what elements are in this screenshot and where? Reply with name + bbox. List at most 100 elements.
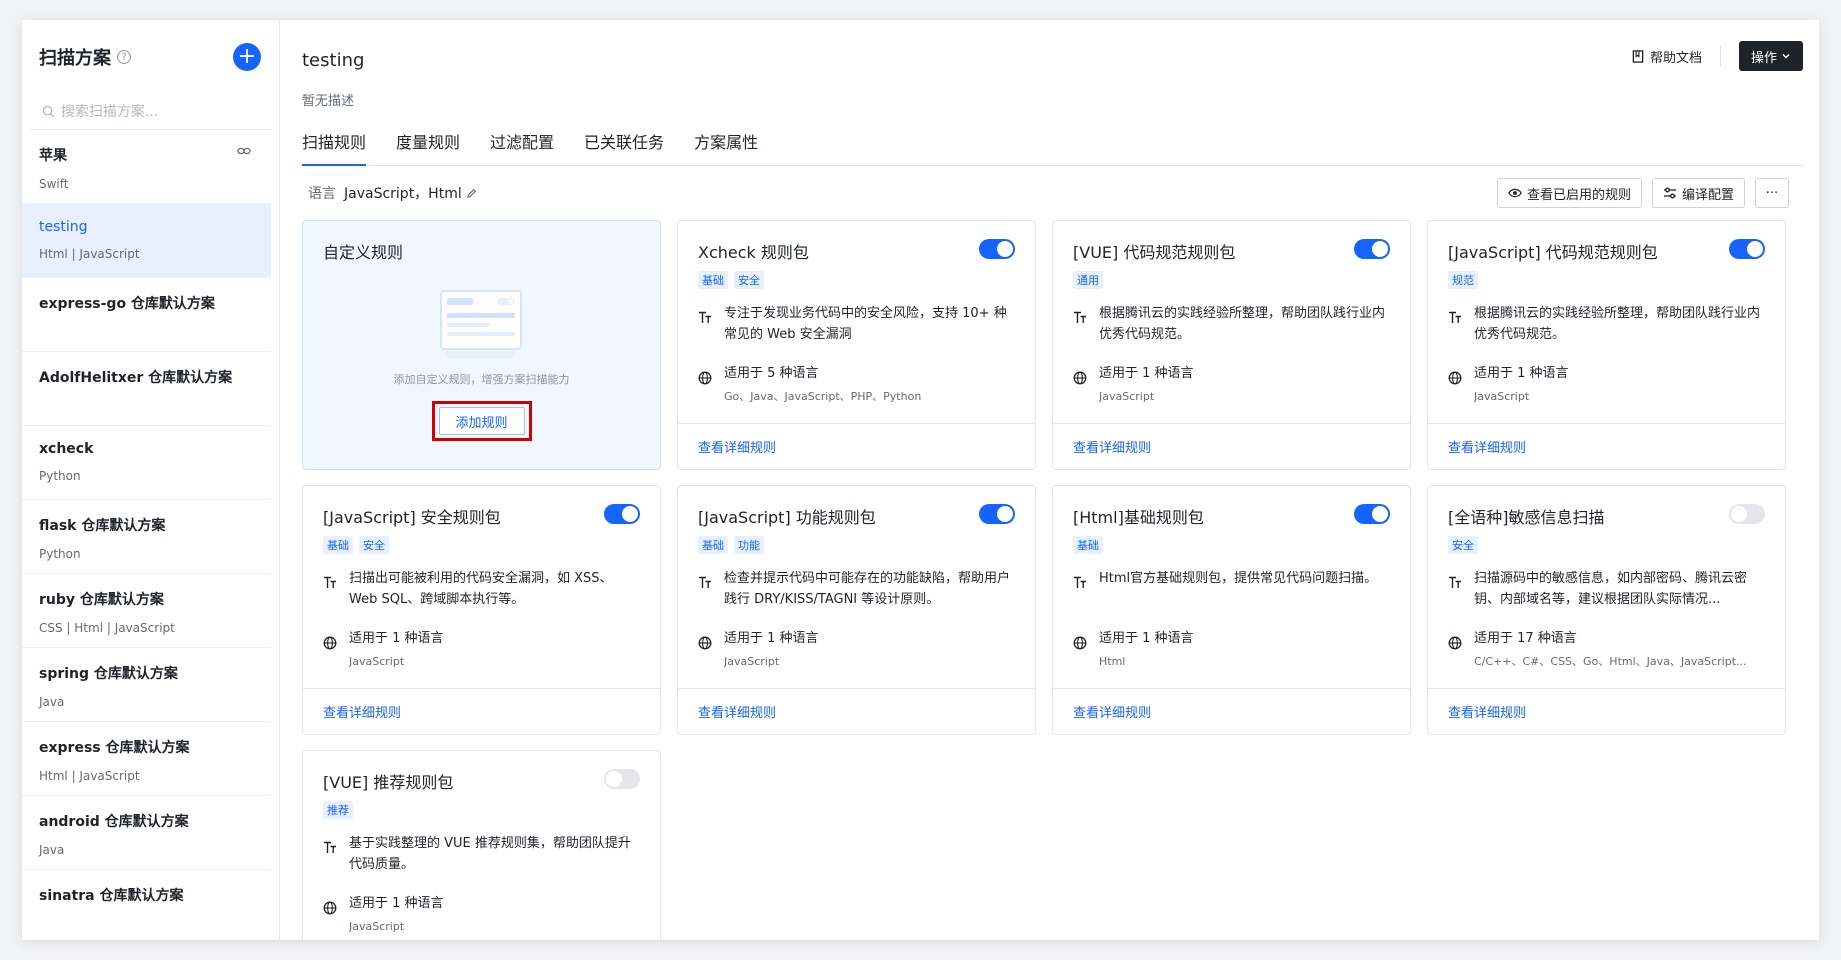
text-icon-wrap xyxy=(1073,311,1089,349)
globe-icon-wrap xyxy=(698,636,714,672)
card-header: [JavaScript] 功能规则包 基础 功能 xyxy=(678,486,1035,554)
card-title: [VUE] 推荐规则包 xyxy=(323,773,454,792)
tag: 推荐 xyxy=(323,801,353,819)
languages-text: 适用于 1 种语言 JavaScript xyxy=(724,628,819,672)
plan-list-item[interactable]: testing Html | JavaScript xyxy=(22,204,271,278)
language-list: JavaScript xyxy=(1474,390,1530,403)
text-icon-wrap xyxy=(1448,576,1464,614)
view-details-link[interactable]: 查看详细规则 xyxy=(323,702,401,721)
card-title: 自定义规则 xyxy=(323,243,404,262)
help-doc-button[interactable]: 帮助文档 xyxy=(1632,47,1702,66)
text-icon-wrap xyxy=(323,576,339,614)
tab-2[interactable]: 过滤配置 xyxy=(490,129,554,165)
enable-toggle[interactable] xyxy=(1354,239,1390,259)
plan-list-item[interactable]: express-go 仓库默认方案 xyxy=(22,278,271,352)
description-text: 检查并提示代码中可能存在的功能缺陷，帮助用户践行 DRY/KISS/TAGNI … xyxy=(724,571,1011,607)
view-enabled-rules-button[interactable]: 查看已启用的规则 xyxy=(1496,178,1642,208)
add-rule-button[interactable]: 添加规则 xyxy=(438,407,525,435)
enable-toggle[interactable] xyxy=(604,504,640,524)
package-languages: 适用于 5 种语言 Go、Java、JavaScript、PHP、Python xyxy=(678,363,1035,407)
enable-toggle[interactable] xyxy=(1729,239,1765,259)
eye-icon xyxy=(1508,188,1522,198)
plan-name: express-go 仓库默认方案 xyxy=(39,296,215,312)
card-title: [全语种]敏感信息扫描 xyxy=(1448,508,1605,527)
text-icon xyxy=(1449,311,1461,323)
tag: 安全 xyxy=(734,271,764,289)
tab-0[interactable]: 扫描规则 xyxy=(302,129,367,166)
package-languages: 适用于 1 种语言 JavaScript xyxy=(1428,363,1785,407)
tab-4[interactable]: 方案属性 xyxy=(694,129,758,165)
card-footer: 查看详细规则 xyxy=(1428,423,1785,469)
plan-list-item[interactable]: flask 仓库默认方案 Python xyxy=(22,500,271,574)
view-details-link[interactable]: 查看详细规则 xyxy=(698,702,776,721)
plan-name: AdolfHelitxer 仓库默认方案 xyxy=(39,370,233,386)
plan-list-item[interactable]: 苹果 Swift xyxy=(22,130,271,204)
language-list: JavaScript xyxy=(349,655,405,668)
language-list: JavaScript xyxy=(724,655,780,668)
languages-text: 适用于 1 种语言 JavaScript xyxy=(349,628,444,672)
tag-list: 通用 xyxy=(1073,271,1390,289)
enable-toggle[interactable] xyxy=(1729,504,1765,524)
tab-1[interactable]: 度量规则 xyxy=(396,129,460,165)
plan-list-item[interactable]: spring 仓库默认方案 Java xyxy=(22,648,271,722)
description-text: Html官方基础规则包，提供常见代码问题扫描。 xyxy=(1099,571,1378,586)
page-header: testing 帮助文档 操作 xyxy=(302,20,1819,75)
page-description: 暂无描述 xyxy=(302,94,355,109)
card-footer: 查看详细规则 xyxy=(1053,688,1410,734)
languages-text: 适用于 17 种语言 C/C++、C#、CSS、Go、Html、Java、Jav… xyxy=(1474,628,1747,672)
globe-icon-wrap xyxy=(323,901,339,937)
plan-list-item[interactable]: sinatra 仓库默认方案 xyxy=(22,870,271,940)
link-icon[interactable] xyxy=(237,146,251,156)
globe-icon-wrap xyxy=(1073,636,1089,672)
languages-text: 适用于 1 种语言 JavaScript xyxy=(1099,363,1194,407)
globe-icon xyxy=(698,371,712,385)
plan-list-item[interactable]: xcheck Python xyxy=(22,426,271,500)
edit-icon[interactable] xyxy=(466,188,477,199)
operate-button[interactable]: 操作 xyxy=(1738,41,1803,71)
enable-toggle[interactable] xyxy=(604,769,640,789)
plan-list-item[interactable]: android 仓库默认方案 Java xyxy=(22,796,271,870)
plan-list-item[interactable]: ruby 仓库默认方案 CSS | Html | JavaScript xyxy=(22,574,271,648)
view-details-link[interactable]: 查看详细规则 xyxy=(698,437,776,456)
package-languages: 适用于 1 种语言 JavaScript xyxy=(303,893,660,937)
plan-languages: Java xyxy=(39,843,65,857)
tag: 基础 xyxy=(323,536,353,554)
enable-toggle[interactable] xyxy=(979,504,1015,524)
card-header: [全语种]敏感信息扫描 安全 xyxy=(1428,486,1785,554)
plan-name: spring 仓库默认方案 xyxy=(39,666,178,682)
view-details-link[interactable]: 查看详细规则 xyxy=(1073,437,1151,456)
help-icon[interactable]: ? xyxy=(117,50,131,64)
globe-icon xyxy=(1448,636,1462,650)
languages-text: 适用于 1 种语言 Html xyxy=(1099,628,1194,672)
sidebar: 扫描方案 ? + 苹果 Swift testing Html | JavaScript… xyxy=(22,20,280,940)
view-details-link[interactable]: 查看详细规则 xyxy=(1073,702,1151,721)
card-header: [Html]基础规则包 基础 xyxy=(1053,486,1410,554)
compile-config-button[interactable]: 编译配置 xyxy=(1651,178,1745,208)
plan-languages: Swift xyxy=(39,177,69,191)
plan-name: express 仓库默认方案 xyxy=(39,740,190,756)
add-plan-button[interactable]: + xyxy=(233,43,261,71)
language-count: 适用于 1 种语言 xyxy=(349,896,444,911)
tag-list: 基础 功能 xyxy=(698,536,1015,554)
globe-icon-wrap xyxy=(323,636,339,672)
more-button[interactable]: ··· xyxy=(1755,178,1789,208)
tag: 安全 xyxy=(1448,536,1478,554)
text-icon xyxy=(1449,576,1461,588)
card-header: [VUE] 代码规范规则包 通用 xyxy=(1053,221,1410,289)
card-title: [JavaScript] 安全规则包 xyxy=(323,508,501,527)
enable-toggle[interactable] xyxy=(979,239,1015,259)
plan-list-item[interactable]: AdolfHelitxer 仓库默认方案 xyxy=(22,352,271,426)
tab-3[interactable]: 已关联任务 xyxy=(584,129,664,165)
tag: 基础 xyxy=(698,536,728,554)
view-details-link[interactable]: 查看详细规则 xyxy=(1448,702,1526,721)
plan-list-item[interactable]: express 仓库默认方案 Html | JavaScript xyxy=(22,722,271,796)
text-icon-wrap xyxy=(698,576,714,614)
view-details-link[interactable]: 查看详细规则 xyxy=(1448,437,1526,456)
search-input[interactable] xyxy=(60,103,259,120)
tag: 通用 xyxy=(1073,271,1103,289)
enable-toggle[interactable] xyxy=(1354,504,1390,524)
card-footer: 查看详细规则 xyxy=(678,423,1035,469)
language-count: 适用于 1 种语言 xyxy=(1474,366,1569,381)
languages-text: 适用于 5 种语言 Go、Java、JavaScript、PHP、Python xyxy=(724,363,921,407)
plan-name: 苹果 xyxy=(39,148,67,164)
